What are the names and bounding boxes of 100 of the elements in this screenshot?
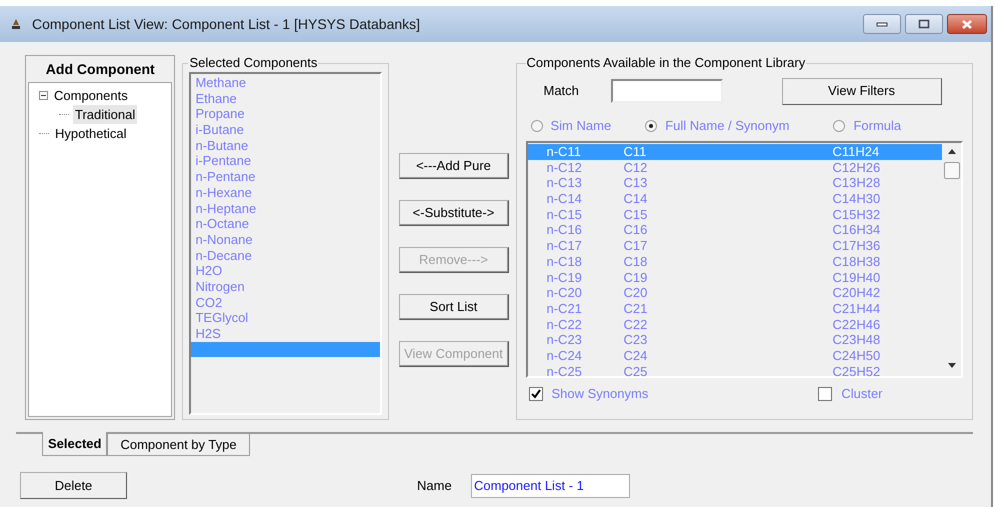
table-cell-text: n-C19 (546, 270, 583, 286)
action-button[interactable]: <---Add Pure (398, 153, 508, 179)
table-cell: C17H36 (832, 238, 880, 254)
table-row[interactable]: n-C11 C11 C11H24 (528, 144, 942, 160)
tab[interactable]: Selected (42, 432, 108, 456)
list-item[interactable]: Ethane (191, 90, 380, 106)
group-title: Selected Components (188, 55, 318, 71)
table-row[interactable]: n-C20 C20 C20H42 (528, 285, 942, 301)
radio-button[interactable] (833, 120, 846, 132)
table-cell-text: n-C16 (546, 222, 583, 238)
radio-button[interactable] (530, 120, 542, 132)
table-cell-text: C17 (624, 238, 648, 254)
maximize-icon (918, 19, 930, 29)
scroll-thumb[interactable] (944, 162, 960, 179)
table-cell-text: C25 (624, 364, 648, 380)
action-button[interactable]: <-Substitute-> (398, 200, 508, 226)
table-row[interactable]: n-C19 C19 C19H40 (528, 270, 942, 286)
selected-row[interactable] (191, 342, 380, 357)
app-icon (12, 19, 20, 29)
checkbox[interactable] (818, 387, 832, 401)
list-item[interactable]: TEGlycol (191, 310, 380, 326)
table-cell-text: C19 (624, 270, 648, 286)
minimize-icon (876, 21, 888, 27)
table-cell-text: C21 (624, 300, 648, 317)
table-cell: C11H24 (832, 144, 880, 160)
table-cell: C21H44 (832, 300, 880, 317)
action-button[interactable]: Sort List (398, 294, 508, 320)
close-icon (960, 18, 974, 30)
table-cell-text: C20 (624, 285, 648, 301)
list-item[interactable]: n-Heptane (191, 200, 380, 216)
table-cell-text: n-C22 (546, 316, 583, 332)
collapse-icon[interactable] (39, 91, 48, 100)
table-cell-text: n-C14 (546, 191, 583, 207)
tab[interactable]: Component by Type (107, 434, 250, 456)
maximize-button[interactable] (905, 14, 943, 34)
panel-title: Add Component (44, 60, 156, 79)
table-row[interactable]: n-C17 C17 C17H36 (528, 238, 942, 254)
table-cell: C19H40 (832, 270, 880, 286)
checkbox[interactable] (528, 387, 542, 401)
table-cell-text: C15 (624, 206, 648, 222)
list-item[interactable]: n-Octane (191, 216, 380, 232)
list-item[interactable]: n-Pentane (191, 169, 380, 185)
table-cell-text: C22 (624, 316, 648, 332)
radio-button[interactable] (645, 120, 658, 132)
table-cell: C25H52 (832, 364, 880, 380)
radio-label: Full Name / Synonym (665, 117, 790, 136)
checkbox-label: Cluster (841, 385, 883, 404)
tree-item[interactable]: Hypothetical (53, 124, 129, 144)
group-title: Components Available in the Component Library (526, 55, 806, 71)
table-cell: C14H30 (832, 191, 880, 207)
tree-item[interactable]: Components (52, 86, 130, 106)
table-row[interactable]: n-C23 C23 C23H48 (528, 332, 942, 348)
table-row[interactable]: n-C14 C14 C14H30 (528, 191, 942, 207)
table-row[interactable]: n-C13 C13 C13H28 (528, 175, 942, 192)
list-item[interactable]: i-Butane (191, 122, 380, 138)
list-item[interactable]: Nitrogen (191, 278, 380, 295)
list-item[interactable]: i-Pentane (191, 153, 380, 170)
radio-label: Formula (853, 117, 902, 136)
name-field[interactable]: Component List - 1 (471, 474, 630, 498)
scroll-up-icon[interactable] (948, 149, 956, 154)
table-row[interactable]: n-C16 C16 C16H34 (528, 222, 942, 238)
tree-item[interactable]: Traditional (73, 104, 138, 124)
list-item[interactable]: CO2 (191, 294, 380, 310)
table-row[interactable]: n-C18 C18 C18H38 (528, 254, 942, 270)
table-row[interactable]: n-C15 C15 C15H32 (528, 206, 942, 222)
list-item[interactable]: n-Butane (191, 138, 380, 154)
match-field[interactable] (610, 79, 722, 103)
table-row[interactable]: n-C21 C21 C21H44 (528, 300, 942, 317)
table-cell: C18H38 (832, 254, 880, 270)
list-item[interactable]: n-Decane (191, 248, 380, 264)
table-row[interactable]: n-C12 C12 C12H26 (528, 160, 942, 176)
field-label: Match (544, 82, 580, 100)
table-cell: C16H34 (832, 222, 880, 238)
close-button[interactable] (947, 14, 987, 34)
view-filters-button[interactable]: View Filters (782, 78, 942, 104)
table-row[interactable]: n-C24 C24 C24H50 (528, 348, 942, 364)
table-cell-text: C14 (624, 191, 648, 207)
table-cell-text: n-C25 (546, 364, 583, 380)
table-row[interactable]: n-C25 C25 C25H52 (528, 364, 942, 380)
table-cell-text: C11 (624, 144, 648, 160)
table-cell: C12H26 (832, 160, 880, 176)
table-cell-text: n-C11 (546, 144, 582, 160)
list-item[interactable]: n-Hexane (191, 184, 380, 200)
scroll-down-icon[interactable] (948, 363, 956, 368)
list-item[interactable]: Propane (191, 106, 380, 122)
field-label: Name (417, 476, 453, 495)
minimize-button[interactable] (863, 14, 901, 34)
table-row[interactable]: n-C22 C22 C22H46 (528, 316, 942, 332)
table-cell-text: C23 (624, 332, 648, 348)
delete-button[interactable]: Delete (20, 472, 127, 499)
list-item[interactable]: n-Nonane (191, 232, 380, 248)
table-cell: C20H42 (832, 285, 880, 301)
table-cell: C22H46 (832, 316, 880, 332)
list-item[interactable]: H2O (191, 263, 380, 279)
list-item[interactable]: Methane (191, 75, 380, 91)
table-cell-text: C18 (624, 254, 648, 270)
list-item[interactable]: H2S (191, 326, 380, 342)
table-cell-text: n-C23 (546, 332, 583, 348)
table-cell-text: C16 (624, 222, 648, 238)
table-cell-text: n-C24 (546, 348, 583, 364)
